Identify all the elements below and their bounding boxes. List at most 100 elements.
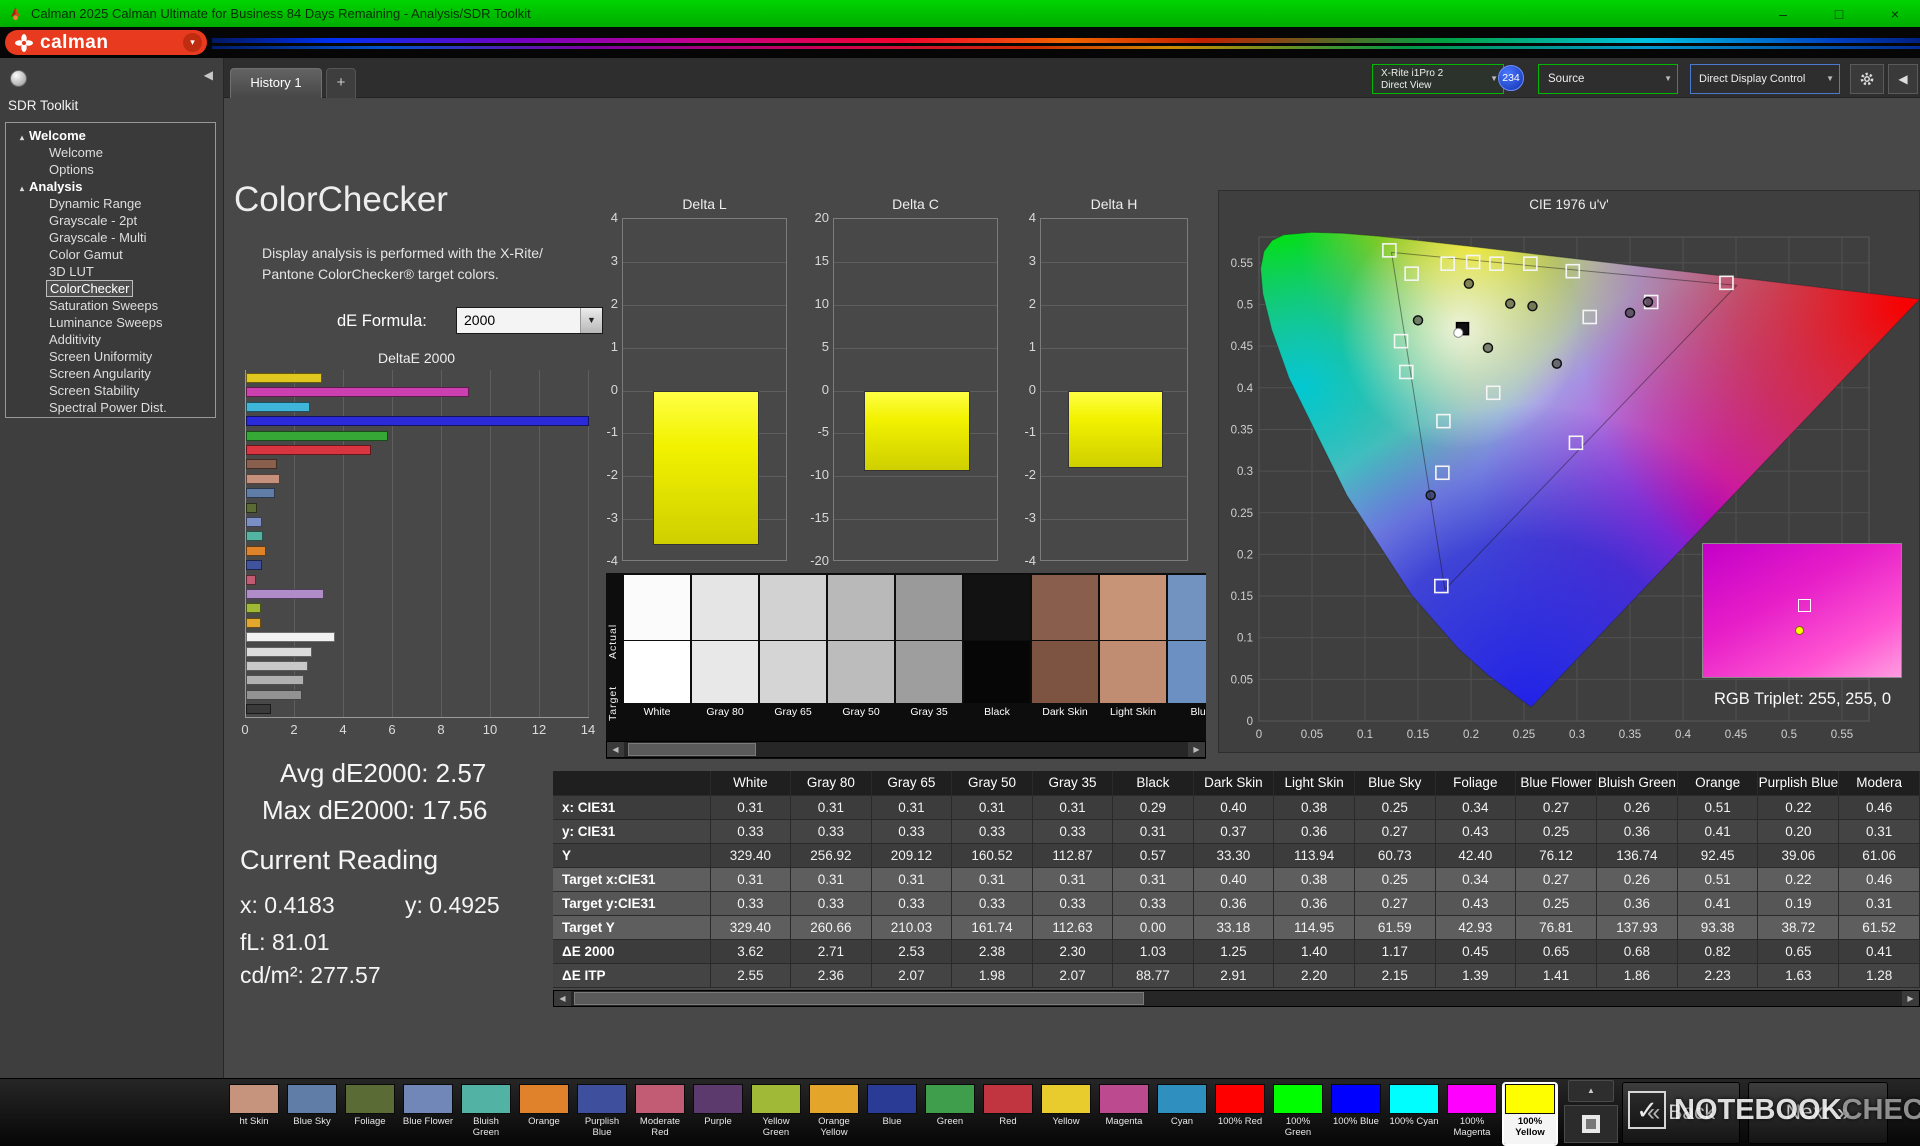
patch-button-100-cyan[interactable]: 100% Cyan bbox=[1388, 1084, 1440, 1144]
patch-button-blue-flower[interactable]: Blue Flower bbox=[402, 1084, 454, 1144]
sidebar-item-saturation-sweeps[interactable]: Saturation Sweeps bbox=[6, 297, 215, 314]
axis-tick-label: -10 bbox=[799, 467, 829, 482]
patch-button-orange-yellow[interactable]: Orange Yellow bbox=[808, 1084, 860, 1144]
chevron-down-icon: ▼ bbox=[1664, 65, 1672, 93]
sidebar-collapse-icon[interactable]: ◀ bbox=[204, 68, 213, 82]
table-cell: 0.45 bbox=[1435, 939, 1515, 963]
patch-button-purplish-blue[interactable]: Purplish Blue bbox=[576, 1084, 628, 1144]
sidebar-item-3d-lut[interactable]: 3D LUT bbox=[6, 263, 215, 280]
maximize-icon[interactable]: □ bbox=[1828, 6, 1850, 22]
table-cell: 1.63 bbox=[1758, 963, 1839, 987]
patch-button-100-blue[interactable]: 100% Blue bbox=[1330, 1084, 1382, 1144]
table-cell: 114.95 bbox=[1274, 915, 1355, 939]
sidebar-nav-button[interactable] bbox=[10, 70, 27, 87]
patch-button-purple[interactable]: Purple bbox=[692, 1084, 744, 1144]
sidebar-item-screen-stability[interactable]: Screen Stability bbox=[6, 382, 215, 399]
tree-collapse-icon[interactable]: ▴ bbox=[20, 184, 24, 193]
sidebar-item-spectral-power-dist[interactable]: Spectral Power Dist. bbox=[6, 399, 215, 416]
sidebar-item-color-gamut[interactable]: Color Gamut bbox=[6, 246, 215, 263]
sidebar-item-options[interactable]: Options bbox=[6, 161, 215, 178]
patch-button-magenta[interactable]: Magenta bbox=[1098, 1084, 1150, 1144]
patch-color-swatch bbox=[1389, 1084, 1439, 1114]
nav-section-welcome[interactable]: ▴ Welcome bbox=[6, 127, 215, 144]
patch-button-100-red[interactable]: 100% Red bbox=[1214, 1084, 1266, 1144]
nav-section-label: Welcome bbox=[29, 128, 86, 143]
patch-button-red[interactable]: Red bbox=[982, 1084, 1034, 1144]
actual-swatch-dark-skin bbox=[1032, 575, 1098, 640]
scroll-right-icon[interactable]: ▶ bbox=[1188, 742, 1205, 757]
scrollbar-thumb[interactable] bbox=[628, 743, 756, 756]
actual-swatch-white bbox=[624, 575, 690, 640]
scroll-left-icon[interactable]: ◀ bbox=[607, 742, 624, 757]
collapse-bar-button[interactable]: ▲ bbox=[1568, 1080, 1614, 1102]
patch-button-ht-skin[interactable]: ht Skin bbox=[228, 1084, 280, 1144]
de-formula-select[interactable]: 2000 ▼ bbox=[456, 307, 603, 334]
patch-color-swatch bbox=[693, 1084, 743, 1114]
calman-logo[interactable]: calman ▾ bbox=[5, 30, 207, 55]
axis-tick-label: 0.1 bbox=[1357, 729, 1373, 741]
settings-button[interactable] bbox=[1850, 64, 1884, 94]
logo-menu-button[interactable]: ▾ bbox=[183, 33, 202, 52]
target-swatch-black bbox=[964, 641, 1030, 703]
sidebar-item-screen-uniformity[interactable]: Screen Uniformity bbox=[6, 348, 215, 365]
source-dropdown[interactable]: Source ▼ bbox=[1538, 64, 1678, 94]
sidebar-item-dynamic-range[interactable]: Dynamic Range bbox=[6, 195, 215, 212]
minimize-icon[interactable]: – bbox=[1772, 6, 1794, 22]
patch-button-cyan[interactable]: Cyan bbox=[1156, 1084, 1208, 1144]
meter-dropdown[interactable]: X-Rite i1Pro 2 Direct View ▼ bbox=[1372, 64, 1504, 94]
scrollbar-thumb[interactable] bbox=[574, 992, 1144, 1005]
page-description: Display analysis is performed with the X… bbox=[262, 243, 543, 285]
patch-button-foliage[interactable]: Foliage bbox=[344, 1084, 396, 1144]
tree-collapse-icon[interactable]: ▴ bbox=[20, 133, 24, 142]
patch-button-100-green[interactable]: 100% Green bbox=[1272, 1084, 1324, 1144]
scroll-left-icon[interactable]: ◀ bbox=[554, 991, 571, 1006]
sidebar-item-welcome[interactable]: Welcome bbox=[6, 144, 215, 161]
table-cell: 256.92 bbox=[791, 843, 872, 867]
row-label: Y bbox=[553, 843, 710, 867]
table-scrollbar[interactable]: ◀ ▶ bbox=[553, 990, 1920, 1007]
patch-button-100-yellow[interactable]: 100% Yellow bbox=[1504, 1084, 1556, 1144]
deltae-bar-white bbox=[246, 632, 335, 642]
close-icon[interactable]: × bbox=[1884, 6, 1906, 22]
patch-button-blue-sky[interactable]: Blue Sky bbox=[286, 1084, 338, 1144]
patch-color-swatch bbox=[287, 1084, 337, 1114]
table-cell: 76.81 bbox=[1516, 915, 1597, 939]
table-cell: 2.53 bbox=[871, 939, 952, 963]
display-control-dropdown[interactable]: Direct Display Control ▼ bbox=[1690, 64, 1840, 94]
swatch-scrollbar[interactable]: ◀ ▶ bbox=[606, 741, 1206, 758]
sidebar-item-luminance-sweeps[interactable]: Luminance Sweeps bbox=[6, 314, 215, 331]
page-title: ColorChecker bbox=[234, 180, 448, 220]
table-cell: 0.65 bbox=[1516, 939, 1597, 963]
deltae-bar-gray-35 bbox=[246, 690, 302, 700]
sidebar-item-grayscale-2pt[interactable]: Grayscale - 2pt bbox=[6, 212, 215, 229]
sidebar-item-colorchecker[interactable]: ColorChecker bbox=[6, 280, 215, 297]
axis-tick-label: 1 bbox=[1006, 339, 1036, 354]
swatch-label: Black bbox=[964, 707, 1030, 718]
nav-section-analysis[interactable]: ▴Analysis bbox=[6, 178, 215, 195]
deltae-bar-moderate-red bbox=[246, 575, 256, 585]
tab-strip: History 1 + X-Rite i1Pro 2 Direct View ▼… bbox=[224, 58, 1920, 98]
column-header-light-skin: Light Skin bbox=[1274, 771, 1355, 795]
sidebar-item-additivity[interactable]: Additivity bbox=[6, 331, 215, 348]
sidebar-item-grayscale-multi[interactable]: Grayscale - Multi bbox=[6, 229, 215, 246]
patch-button-moderate-red[interactable]: Moderate Red bbox=[634, 1084, 686, 1144]
deltae-bar-purplish-blue bbox=[246, 560, 262, 570]
collapse-right-panel-button[interactable]: ◀ bbox=[1888, 64, 1918, 94]
app-icon bbox=[8, 6, 23, 21]
stop-button[interactable] bbox=[1564, 1105, 1618, 1143]
scroll-right-icon[interactable]: ▶ bbox=[1902, 991, 1919, 1006]
patch-button-green[interactable]: Green bbox=[924, 1084, 976, 1144]
patch-button-100-magenta[interactable]: 100% Magenta bbox=[1446, 1084, 1498, 1144]
add-tab-button[interactable]: + bbox=[326, 68, 356, 98]
patch-button-orange[interactable]: Orange bbox=[518, 1084, 570, 1144]
patch-button-yellow[interactable]: Yellow bbox=[1040, 1084, 1092, 1144]
meter-count-badge[interactable]: 234 bbox=[1498, 65, 1524, 91]
sidebar-item-screen-angularity[interactable]: Screen Angularity bbox=[6, 365, 215, 382]
patch-button-blue[interactable]: Blue bbox=[866, 1084, 918, 1144]
table-cell: 0.33 bbox=[791, 819, 872, 843]
stop-icon bbox=[1582, 1115, 1600, 1133]
patch-button-yellow-green[interactable]: Yellow Green bbox=[750, 1084, 802, 1144]
patch-button-bluish-green[interactable]: Bluish Green bbox=[460, 1084, 512, 1144]
deltae-bar-blue-flower bbox=[246, 517, 262, 527]
tab-history-1[interactable]: History 1 bbox=[230, 68, 322, 98]
